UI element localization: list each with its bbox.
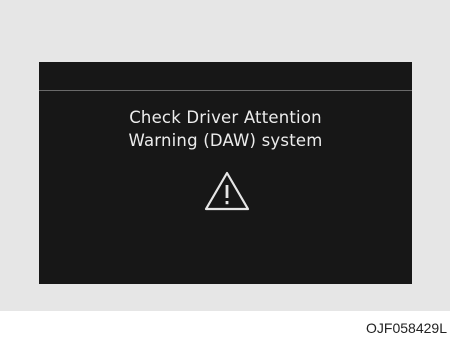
display-top-bar <box>39 62 412 91</box>
instrument-cluster-frame: Check Driver Attention Warning (DAW) sys… <box>0 0 450 311</box>
warning-message-line1: Check Driver Attention <box>129 108 322 127</box>
warning-triangle-icon <box>204 171 250 211</box>
warning-message-line2: Warning (DAW) system <box>128 131 323 150</box>
figure-code: OJF058429L <box>366 320 447 336</box>
cluster-display: Check Driver Attention Warning (DAW) sys… <box>39 62 412 284</box>
warning-message: Check Driver Attention Warning (DAW) sys… <box>39 106 412 152</box>
